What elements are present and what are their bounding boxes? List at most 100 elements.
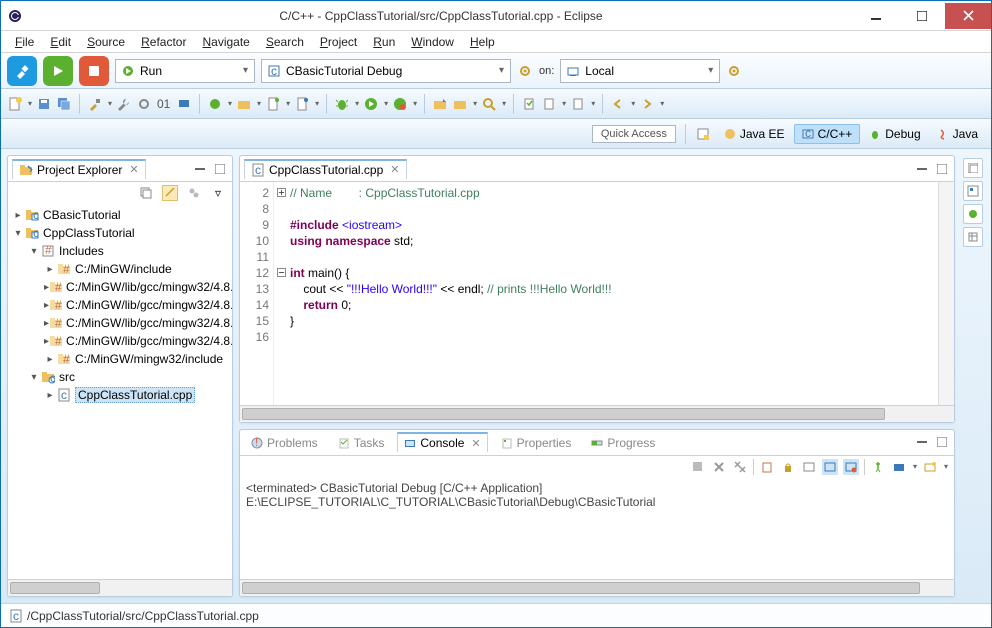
minimize-view-icon[interactable] bbox=[914, 161, 930, 177]
tab-console[interactable]: Console✕ bbox=[397, 432, 487, 452]
expand-icon[interactable]: ▸ bbox=[44, 264, 56, 275]
close-icon[interactable]: ✕ bbox=[471, 437, 480, 450]
launch-mode-combo[interactable]: Run ▾ bbox=[115, 59, 255, 83]
menu-run[interactable]: Run bbox=[367, 33, 401, 51]
editor-tab[interactable]: c CppClassTutorial.cpp ✕ bbox=[244, 159, 407, 179]
tree-node[interactable]: ▸#C:/MinGW/lib/gcc/mingw32/4.8.1/include… bbox=[8, 314, 232, 332]
new-class-icon[interactable] bbox=[207, 96, 223, 112]
toggle-mark-icon[interactable] bbox=[521, 96, 537, 112]
tab-problems[interactable]: !Problems bbox=[244, 433, 325, 452]
open-perspective-icon[interactable] bbox=[695, 126, 711, 142]
tab-progress[interactable]: Progress bbox=[584, 433, 662, 452]
tree-node[interactable]: ▸cCppClassTutorial.cpp bbox=[8, 386, 232, 404]
menu-search[interactable]: Search bbox=[260, 33, 310, 51]
open-type-icon[interactable] bbox=[432, 96, 448, 112]
clear-console-icon[interactable] bbox=[759, 459, 775, 475]
tree-node[interactable]: ▸cCBasicTutorial bbox=[8, 206, 232, 224]
tree-node[interactable]: ▸#C:/MinGW/lib/gcc/mingw32/4.8.1/include… bbox=[8, 332, 232, 350]
restore-icon[interactable] bbox=[963, 158, 983, 178]
collapse-all-icon[interactable] bbox=[138, 185, 154, 201]
wrench-icon[interactable] bbox=[116, 96, 132, 112]
gear-toolbar-icon[interactable] bbox=[136, 96, 152, 112]
tree-node[interactable]: ▸#C:/MinGW/lib/gcc/mingw32/4.8.1/include… bbox=[8, 296, 232, 314]
tab-tasks[interactable]: Tasks bbox=[331, 433, 392, 452]
prev-annotation-icon[interactable] bbox=[570, 96, 586, 112]
terminate-icon[interactable] bbox=[690, 459, 706, 475]
tree-node[interactable]: ▸#C:/MinGW/include bbox=[8, 260, 232, 278]
expand-icon[interactable]: ▾ bbox=[28, 246, 40, 257]
minimize-button[interactable] bbox=[853, 3, 899, 29]
next-annotation-icon[interactable] bbox=[541, 96, 557, 112]
view-menu-icon[interactable]: ▿ bbox=[210, 185, 226, 201]
minimize-view-icon[interactable] bbox=[192, 161, 208, 177]
expand-icon[interactable]: ▸ bbox=[44, 354, 56, 365]
gear-icon[interactable] bbox=[726, 63, 742, 79]
run-toolbar-icon[interactable] bbox=[363, 96, 379, 112]
horizontal-scrollbar[interactable] bbox=[8, 579, 232, 596]
debug-icon[interactable] bbox=[334, 96, 350, 112]
open-console-icon[interactable] bbox=[922, 459, 938, 475]
close-icon[interactable]: ✕ bbox=[129, 163, 138, 176]
maximize-view-icon[interactable] bbox=[934, 161, 950, 177]
menu-source[interactable]: Source bbox=[81, 33, 131, 51]
save-all-icon[interactable] bbox=[56, 96, 72, 112]
launch-target-combo[interactable]: Local ▾ bbox=[560, 59, 720, 83]
minimize-view-icon[interactable] bbox=[914, 434, 930, 450]
task-list-view-icon[interactable] bbox=[963, 204, 983, 224]
display-console-icon[interactable] bbox=[891, 459, 907, 475]
close-icon[interactable]: ✕ bbox=[390, 163, 399, 176]
maximize-view-icon[interactable] bbox=[212, 161, 228, 177]
tab-properties[interactable]: Properties bbox=[494, 433, 579, 452]
expand-icon[interactable]: ▾ bbox=[28, 372, 40, 383]
link-editor-icon[interactable] bbox=[162, 185, 178, 201]
make-target-view-icon[interactable] bbox=[963, 227, 983, 247]
tree-node[interactable]: ▸#C:/MinGW/mingw32/include bbox=[8, 350, 232, 368]
new-header-icon[interactable] bbox=[294, 96, 310, 112]
open-task-icon[interactable] bbox=[452, 96, 468, 112]
console-output[interactable]: <terminated> CBasicTutorial Debug [C/C++… bbox=[240, 478, 954, 579]
maximize-view-icon[interactable] bbox=[934, 434, 950, 450]
perspective-c-c-[interactable]: cC/C++ bbox=[794, 124, 861, 144]
stop-button[interactable] bbox=[79, 56, 109, 86]
menu-edit[interactable]: Edit bbox=[44, 33, 77, 51]
pin-console-icon[interactable] bbox=[870, 459, 886, 475]
menu-help[interactable]: Help bbox=[464, 33, 501, 51]
maximize-button[interactable] bbox=[899, 3, 945, 29]
scroll-lock-icon[interactable] bbox=[780, 459, 796, 475]
remove-launch-icon[interactable] bbox=[711, 459, 727, 475]
launch-config-combo[interactable]: c CBasicTutorial Debug ▾ bbox=[261, 59, 511, 83]
new-icon[interactable] bbox=[7, 96, 23, 112]
editor[interactable]: 28910111213141516 // Name : CppClassTuto… bbox=[240, 182, 954, 405]
profile-icon[interactable] bbox=[392, 96, 408, 112]
build-hammer-icon[interactable] bbox=[87, 96, 103, 112]
menu-navigate[interactable]: Navigate bbox=[196, 33, 255, 51]
tree-node[interactable]: ▾cCppClassTutorial bbox=[8, 224, 232, 242]
run-button[interactable] bbox=[43, 56, 73, 86]
code-area[interactable]: // Name : CppClassTutorial.cpp#include <… bbox=[288, 182, 938, 405]
console-hscroll[interactable] bbox=[240, 579, 954, 596]
perspective-java-ee[interactable]: Java EE bbox=[717, 124, 792, 144]
binary-icon[interactable]: 010 bbox=[156, 96, 172, 112]
tree-node[interactable]: ▾csrc bbox=[8, 368, 232, 386]
fold-column[interactable] bbox=[274, 182, 288, 405]
search-icon[interactable] bbox=[481, 96, 497, 112]
fold-toggle[interactable] bbox=[277, 188, 286, 197]
close-button[interactable] bbox=[945, 3, 991, 29]
expand-icon[interactable]: ▾ bbox=[12, 228, 24, 239]
project-tree[interactable]: ▸cCBasicTutorial▾cCppClassTutorial▾#Incl… bbox=[8, 204, 232, 579]
focus-task-icon[interactable] bbox=[186, 185, 202, 201]
screen-icon[interactable] bbox=[176, 96, 192, 112]
expand-icon[interactable]: ▸ bbox=[44, 390, 56, 401]
quick-access[interactable]: Quick Access bbox=[592, 125, 676, 143]
menu-refactor[interactable]: Refactor bbox=[135, 33, 192, 51]
menu-window[interactable]: Window bbox=[405, 33, 460, 51]
expand-icon[interactable]: ▸ bbox=[12, 210, 24, 221]
forward-icon[interactable] bbox=[639, 96, 655, 112]
tab-project-explorer[interactable]: Project Explorer ✕ bbox=[12, 159, 146, 179]
outline-view-icon[interactable] bbox=[963, 181, 983, 201]
gear-icon[interactable] bbox=[517, 63, 533, 79]
menu-project[interactable]: Project bbox=[314, 33, 363, 51]
word-wrap-icon[interactable] bbox=[801, 459, 817, 475]
save-icon[interactable] bbox=[36, 96, 52, 112]
editor-hscroll[interactable] bbox=[240, 405, 954, 422]
